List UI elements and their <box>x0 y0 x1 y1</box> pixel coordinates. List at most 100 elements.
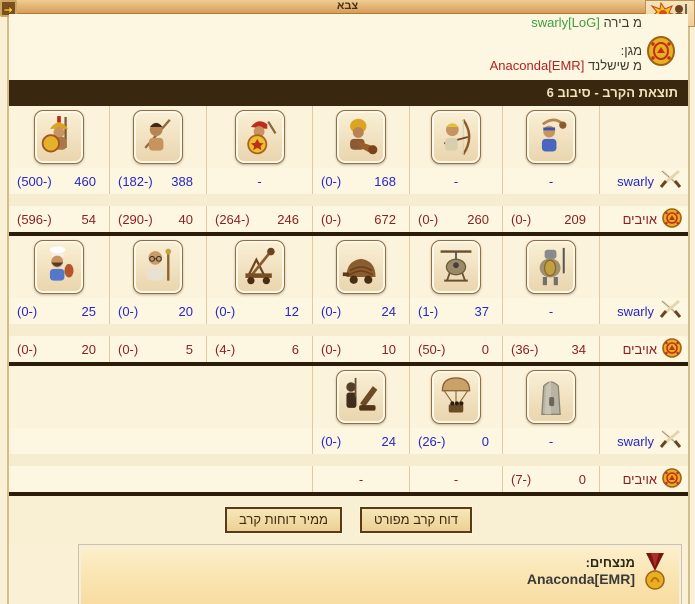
units-remaining: 24 <box>381 433 396 449</box>
units-lost: (0-) <box>418 211 439 227</box>
units-remaining: 6 <box>291 341 299 357</box>
detailed-report-button[interactable]: דוח קרב מפורט <box>359 507 472 533</box>
unit-cell <box>312 236 409 298</box>
unit-count-cell: (0-) 260 <box>409 206 502 232</box>
unit-icon-row <box>9 106 688 168</box>
unit-cell <box>9 106 109 168</box>
unit-icon-town-wall[interactable] <box>526 370 576 424</box>
units-lost: (0-) <box>321 173 342 189</box>
units-lost: (596-) <box>17 211 52 227</box>
unit-icon-mortar[interactable] <box>336 370 386 424</box>
crossed-swords-icon <box>659 169 682 193</box>
units-remaining: 25 <box>81 303 96 319</box>
unit-count-cell: (0-) 672 <box>312 206 409 232</box>
enemy-count-row: (0-) 20 (0-) 5 (4-) 6 (0-) 10 (50-) 0 (36-) 34 אויבי… <box>9 336 688 362</box>
unit-count-cell: (36-) 34 <box>502 336 599 362</box>
no-units-dash: - <box>257 173 262 189</box>
unit-cell <box>109 236 206 298</box>
enemy-count-row: - - (7-) 0 אויבים <box>9 466 688 492</box>
attacker-label-cell: swarly <box>599 168 688 194</box>
empty-cell <box>599 236 688 298</box>
units-lost: (1-) <box>418 303 439 319</box>
unit-icon-sulphur-carabineer[interactable] <box>336 110 386 164</box>
unit-count-cell: - <box>312 466 409 492</box>
report-header: swarly[LoG] מ בירה מגן: Anaconda[EMR] מ … <box>9 14 688 80</box>
attacker-origin: מ בירה <box>603 15 643 30</box>
unit-count-cell: (596-) 54 <box>9 206 109 232</box>
defender-origin: מ שישלנד <box>587 58 642 73</box>
unit-icon-cook[interactable] <box>34 240 84 294</box>
row-spacer <box>9 194 688 206</box>
battle-result-title: תוצאת הקרב - סיבוב 6 <box>546 85 678 100</box>
defender-line: Anaconda[EMR] מ שישלנד <box>9 58 688 73</box>
unit-count-cell: (0-) 12 <box>206 298 312 324</box>
unit-cell <box>206 236 312 298</box>
unit-count-cell: (4-) 6 <box>206 336 312 362</box>
no-units-dash: - <box>548 303 554 319</box>
units-lost: (36-) <box>511 341 539 357</box>
unit-cell <box>502 236 599 298</box>
units-lost: (26-) <box>418 433 446 449</box>
unit-count-cell: (0-) 209 <box>502 206 599 232</box>
unit-count-cell: (264-) 246 <box>206 206 312 232</box>
units-remaining: 34 <box>571 341 586 357</box>
unit-icon-swordsman[interactable] <box>234 110 285 164</box>
unit-cell <box>312 106 409 168</box>
unit-icon-hoplite[interactable] <box>34 110 84 164</box>
window-title: צבא <box>336 0 359 12</box>
defender-label: מגן: <box>620 43 642 58</box>
report-converter-button[interactable]: ממיר דוחות קרב <box>225 507 342 533</box>
unit-count-cell: (0-) 25 <box>9 298 109 324</box>
enemy-label: אויבים <box>622 471 657 487</box>
defender-shield-icon <box>647 36 675 66</box>
unit-icon-slinger[interactable] <box>526 110 576 164</box>
unit-icon-balloon-bombardier[interactable] <box>431 370 481 424</box>
enemy-label: אויבים <box>622 211 657 227</box>
attacker-count-row: (500-) 460 (182-) 388 - (0-) 168 - - swarly <box>9 168 688 194</box>
unit-cell <box>206 106 312 168</box>
unit-icon-spearman[interactable] <box>133 110 183 164</box>
units-remaining: 54 <box>81 211 96 227</box>
attacker-line: swarly[LoG] מ בירה <box>9 14 688 30</box>
unit-count-cell: - <box>409 466 502 492</box>
unit-count-cell: (182-) 388 <box>109 168 206 194</box>
units-remaining: 12 <box>284 303 299 319</box>
unit-icon-battering-ram[interactable] <box>336 240 386 294</box>
battle-result-header: תוצאת הקרב - סיבוב 6 <box>9 80 688 106</box>
medal-icon <box>643 553 667 591</box>
unit-count-cell: (50-) 0 <box>409 336 502 362</box>
round-shield-icon <box>662 337 682 361</box>
enemy-label-cell: אויבים <box>599 336 688 362</box>
round-shield-icon <box>662 467 682 491</box>
units-lost: (0-) <box>321 433 342 449</box>
attacker-count-row: (0-) 25 (0-) 20 (0-) 12 (0-) 24 (1-) 37 - swarly <box>9 298 688 324</box>
unit-icon-doctor[interactable] <box>133 240 183 294</box>
units-remaining: 0 <box>481 433 489 449</box>
unit-icon-archer[interactable] <box>431 110 481 164</box>
crossed-swords-icon <box>659 429 682 453</box>
row-spacer <box>9 454 688 466</box>
no-units-dash: - <box>453 173 459 189</box>
crossed-swords-icon <box>659 299 682 323</box>
empty-cell <box>599 106 688 168</box>
round-shield-icon <box>662 207 682 231</box>
units-lost: (0-) <box>321 303 342 319</box>
unit-icon-steam-giant[interactable] <box>526 240 576 294</box>
attacker-name-link[interactable]: swarly[LoG] <box>531 15 600 30</box>
attacker-label-cell: swarly <box>599 428 688 454</box>
attacker-label: swarly <box>617 173 654 189</box>
units-lost: (0-) <box>17 341 38 357</box>
unit-count-cell: (0-) 20 <box>9 336 109 362</box>
unit-count-cell: (0-) 5 <box>109 336 206 362</box>
unit-count-cell: (500-) 460 <box>9 168 109 194</box>
defender-name-link[interactable]: Anaconda[EMR] <box>490 58 585 73</box>
unit-icon-catapult[interactable] <box>234 240 285 294</box>
units-remaining: 672 <box>374 211 396 227</box>
unit-icon-row <box>9 366 688 428</box>
unit-icon-gyrocopter[interactable] <box>431 240 481 294</box>
enemy-label-cell: אויבים <box>599 206 688 232</box>
units-lost: (0-) <box>321 341 342 357</box>
unit-count-cell: - <box>502 428 599 454</box>
no-units-dash: - <box>358 471 364 487</box>
units-remaining: 0 <box>578 471 586 487</box>
